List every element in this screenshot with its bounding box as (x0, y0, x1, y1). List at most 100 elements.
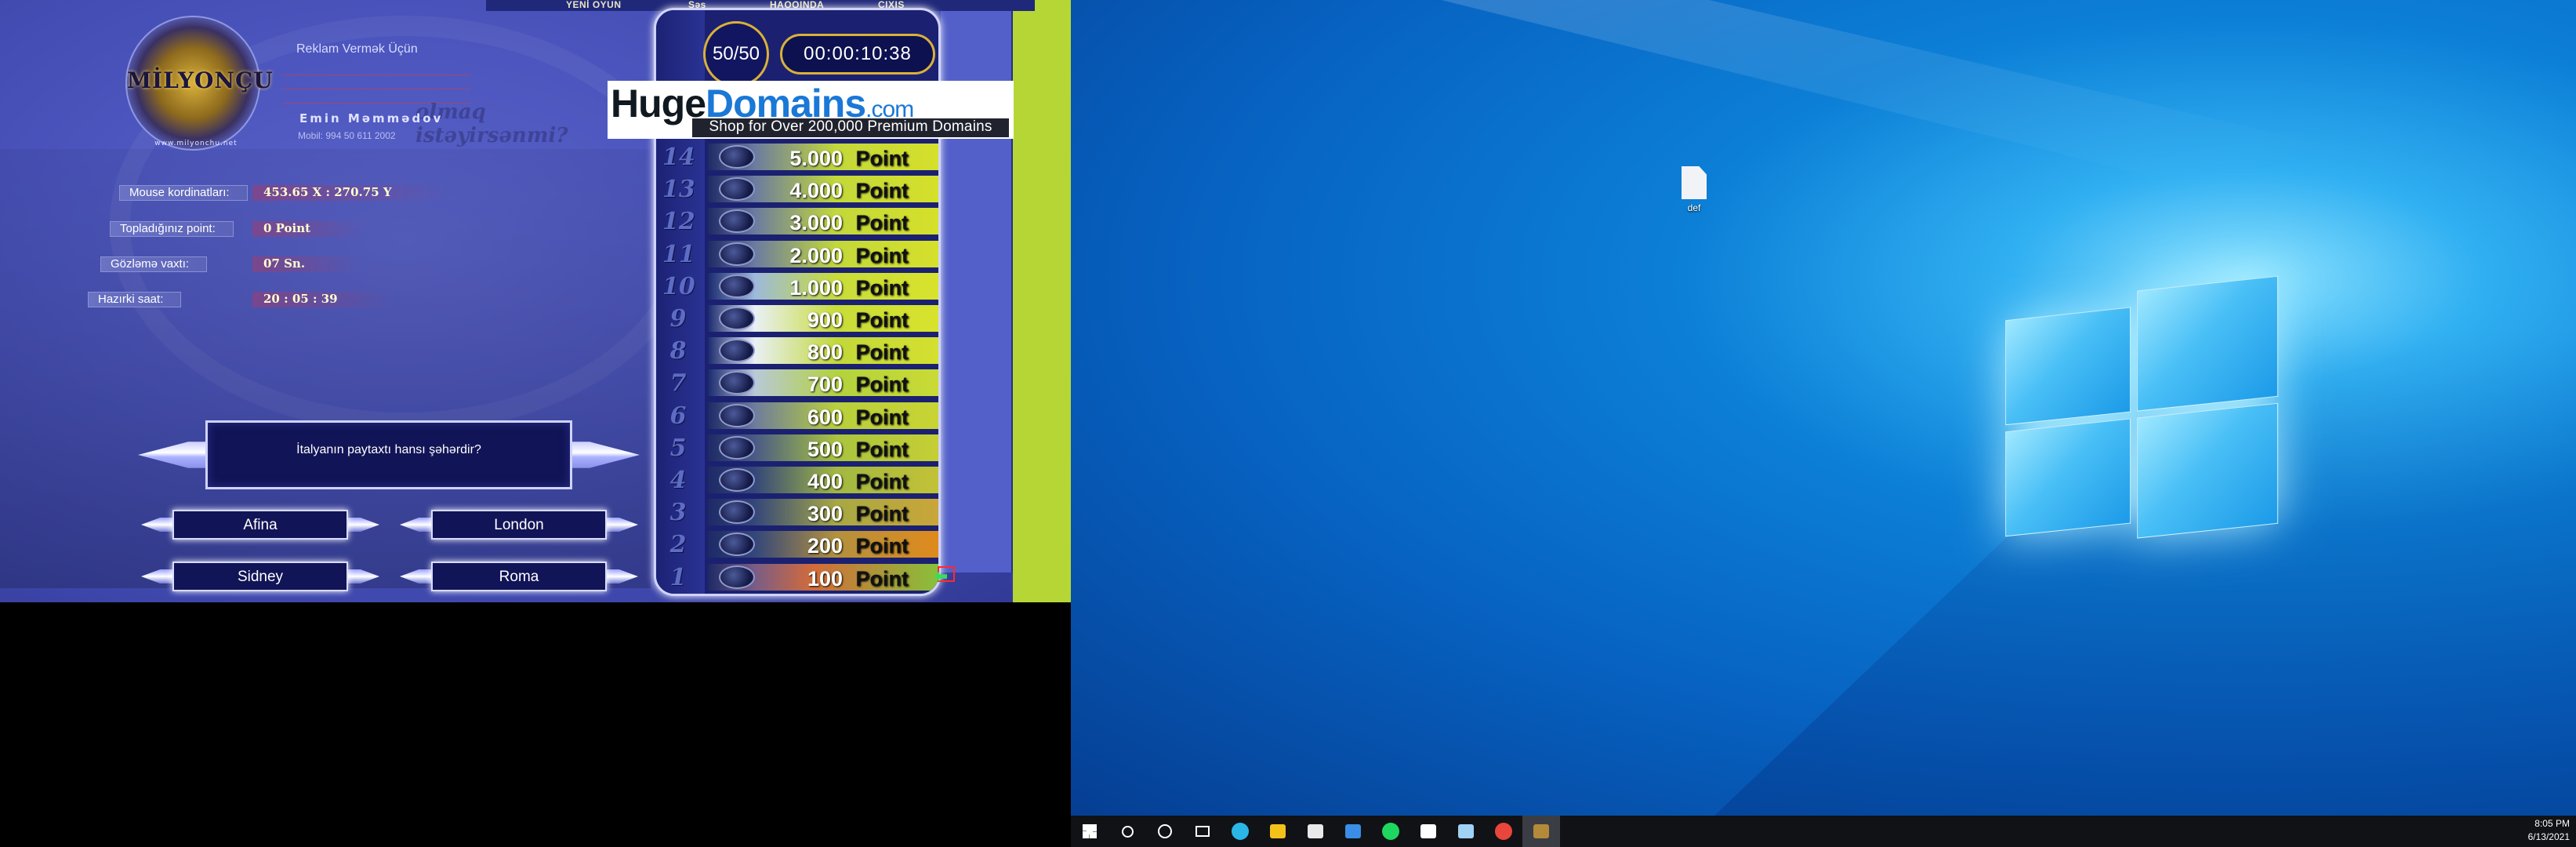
current-rung-marker (938, 566, 955, 582)
ad-line (282, 80, 470, 89)
rung-value: 100 Point (807, 566, 909, 591)
rung-value: 400 Point (807, 470, 909, 493)
ladder-rung-2: 2 200 Point (670, 529, 938, 559)
logo-pane (2137, 275, 2278, 412)
mail-icon (1345, 824, 1361, 838)
rung-unit: Point (855, 179, 909, 203)
logo-pane (2005, 307, 2131, 426)
taskbar-settings-button[interactable] (1410, 816, 1447, 847)
taskbar-file-explorer-button[interactable] (1259, 816, 1297, 847)
desktop-file-def[interactable]: def (1667, 162, 1722, 224)
rung-value: 2.000 Point (789, 243, 909, 267)
question-text: İtalyanın paytaxtı hansı şəhərdir? (296, 443, 481, 456)
ladder-rung-10: 10 1.000 Point (662, 271, 938, 301)
stat-wait-time: Gözləmə vaxtı: 07 Sn. (100, 256, 398, 274)
cortana-icon (1158, 824, 1172, 838)
settings-icon (1420, 824, 1436, 838)
rung-value: 4.000 Point (789, 179, 909, 203)
lifeline-50-50[interactable]: 50/50 (703, 21, 769, 87)
taskbar-edge-button[interactable] (1221, 816, 1259, 847)
rung-unit: Point (855, 566, 909, 591)
answer-d[interactable]: Roma (400, 558, 638, 594)
ladder-rung-11: 11 2.000 Point (662, 239, 938, 269)
rung-unit: Point (855, 340, 909, 365)
rung-unit: Point (855, 534, 909, 558)
game-window: YENİ OYUN Səs HAQQINDA ÇIXIŞ MİLYONÇU ww… (0, 0, 1071, 602)
ladder-rung-3: 3 300 Point (670, 497, 938, 527)
taskbar-chrome-button[interactable] (1485, 816, 1522, 847)
answer-c[interactable]: Sidney (141, 558, 379, 594)
store-icon (1308, 824, 1323, 838)
clock-time: 8:05 PM (2534, 818, 2570, 829)
answer-b[interactable]: London (400, 507, 638, 543)
game-logo: MİLYONÇU (125, 16, 274, 151)
answer-text: Sidney (237, 569, 284, 585)
ladder-rung-14: 14 5.000 Point (662, 142, 938, 172)
answer-box: Sidney (172, 562, 348, 591)
stat-label: Topladığınız point: (110, 221, 234, 237)
rung-level-number: 11 (662, 240, 695, 268)
stat-value: 0 Point (252, 221, 366, 237)
taskbar-start-button[interactable] (1071, 816, 1108, 847)
ladder-rung-12: 12 3.000 Point (662, 206, 938, 236)
rung-level-number: 4 (669, 467, 687, 494)
game-timer: 00:00:10:38 (780, 34, 935, 75)
screen: YENİ OYUN Səs HAQQINDA ÇIXIŞ MİLYONÇU ww… (0, 0, 2576, 847)
answer-text: Roma (499, 569, 539, 585)
ladder-rung-6: 6 600 Point (670, 401, 938, 431)
hugedomains-ad-banner[interactable]: HugeDomains.com Shop for Over 200,000 Pr… (608, 81, 1014, 139)
rung-level-number: 6 (669, 402, 687, 430)
ad-phone: Mobil: 994 50 611 2002 (298, 130, 396, 141)
rung-unit: Point (855, 437, 909, 461)
answer-box: Afina (172, 510, 348, 540)
taskbar-game-app-button[interactable] (1522, 816, 1560, 847)
answer-text: London (494, 517, 544, 533)
search-icon (1121, 825, 1134, 838)
spotify-icon (1382, 823, 1399, 840)
question-box: İtalyanın paytaxtı hansı şəhərdir? (205, 420, 572, 489)
rung-level-number: 14 (662, 144, 695, 171)
stat-value: 453.65 X : 270.75 Y (252, 185, 447, 201)
answer-a[interactable]: Afina (141, 507, 379, 543)
logo-text: MİLYONÇU (127, 67, 274, 93)
rung-unit: Point (855, 308, 909, 332)
menu-new-game[interactable]: YENİ OYUN (566, 0, 622, 11)
windows-logo-wallpaper (2005, 268, 2278, 580)
window-edge-strip (1013, 0, 1071, 602)
start-icon (1083, 824, 1097, 838)
taskbar-spotify-button[interactable] (1372, 816, 1410, 847)
rung-value: 300 Point (807, 502, 909, 526)
taskbar-task-view-button[interactable] (1184, 816, 1221, 847)
rung-unit: Point (855, 470, 909, 493)
game-app-icon (1533, 824, 1549, 838)
rung-value: 900 Point (807, 308, 909, 332)
logo-pane (2137, 402, 2278, 539)
answer-box: Roma (431, 562, 607, 591)
taskbar-cortana-button[interactable] (1146, 816, 1184, 847)
task-view-icon (1195, 826, 1210, 837)
logo-site: www.milyonchu.net (154, 140, 238, 147)
ladder-rung-8: 8 800 Point (670, 336, 938, 365)
ladder-rung-9: 9 900 Point (670, 304, 938, 333)
question-frame: İtalyanın paytaxtı hansı şəhərdir? (138, 416, 640, 494)
rung-level-number: 13 (662, 176, 695, 204)
taskbar-search-button[interactable] (1108, 816, 1146, 847)
rung-value: 3.000 Point (789, 211, 909, 235)
ladder-rung-1: 1 100 Point (670, 562, 938, 592)
taskbar-mail-button[interactable] (1334, 816, 1372, 847)
taskbar: 8:05 PM 6/13/2021 (1071, 816, 2576, 847)
taskbar-clock[interactable]: 8:05 PM 6/13/2021 (2507, 817, 2570, 844)
ladder-rung-13: 13 4.000 Point (662, 174, 938, 204)
logo-pane (2005, 418, 2131, 537)
file-explorer-icon (1270, 824, 1286, 838)
ad-block: Reklam Vermək Üçün olmaq istəyirsənmi? E… (282, 30, 568, 147)
rung-value: 200 Point (807, 534, 909, 558)
rung-unit: Point (855, 373, 909, 397)
stat-value: 20 : 05 : 39 (252, 292, 393, 307)
rung-value: 800 Point (807, 340, 909, 365)
answer-text: Afina (243, 517, 278, 533)
taskbar-notepad-button[interactable] (1447, 816, 1485, 847)
taskbar-store-button[interactable] (1297, 816, 1334, 847)
rung-unit: Point (855, 243, 909, 267)
stat-label: Hazırki saat: (88, 292, 182, 307)
